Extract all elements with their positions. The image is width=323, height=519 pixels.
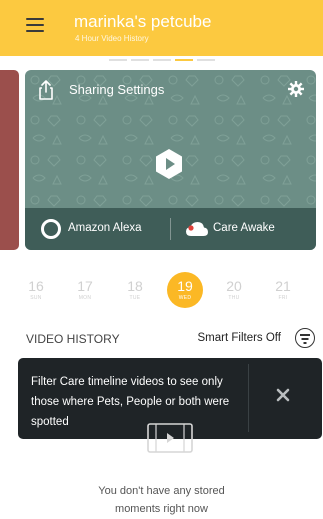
video-history-title: VIDEO HISTORY	[26, 332, 120, 346]
previous-camera-card[interactable]	[0, 70, 19, 250]
date-number: 19	[177, 278, 193, 294]
page-indicator	[0, 58, 323, 62]
filter-icon[interactable]	[295, 328, 315, 348]
date-item[interactable]: 21 FRI	[265, 270, 301, 310]
tooltip-text: Filter Care timeline videos to see only …	[31, 376, 230, 428]
menu-icon[interactable]	[26, 17, 46, 33]
date-item[interactable]: 16 SUN	[18, 270, 54, 310]
date-number: 18	[127, 278, 143, 294]
date-item[interactable]: 20 THU	[216, 270, 252, 310]
date-selector: 16 SUN 17 MON 18 TUE 19 WED 20 THU 21 FR…	[0, 270, 323, 310]
amazon-alexa-button[interactable]: Amazon Alexa	[25, 208, 170, 250]
cloud-icon	[186, 222, 208, 236]
card-actions: Amazon Alexa Care Awake	[25, 208, 316, 250]
date-weekday: WED	[178, 295, 192, 301]
date-weekday: FRI	[278, 295, 288, 301]
app-bar: marinka's petcube 4 Hour Video History	[0, 0, 323, 56]
gear-icon[interactable]	[288, 81, 304, 97]
tooltip-divider	[248, 364, 249, 432]
empty-state-line: You don't have any stored	[98, 485, 225, 497]
date-weekday: THU	[228, 295, 240, 301]
date-item-selected[interactable]: 19 WED	[167, 270, 203, 310]
sharing-settings-label[interactable]: Sharing Settings	[69, 82, 164, 97]
app-subtitle: 4 Hour Video History	[75, 34, 149, 43]
film-icon	[147, 423, 193, 453]
date-weekday: TUE	[129, 295, 141, 301]
share-icon[interactable]	[37, 80, 55, 100]
empty-state-line: moments right now	[115, 503, 208, 515]
play-icon[interactable]	[153, 148, 185, 180]
date-number: 21	[275, 278, 291, 294]
date-number: 17	[77, 278, 93, 294]
close-icon[interactable]	[276, 388, 290, 402]
date-weekday: MON	[78, 295, 92, 301]
alexa-label: Amazon Alexa	[68, 222, 142, 234]
date-item[interactable]: 17 MON	[67, 270, 103, 310]
date-item[interactable]: 18 TUE	[117, 270, 153, 310]
empty-state-message: You don't have any stored moments right …	[0, 482, 323, 518]
date-weekday: SUN	[30, 295, 42, 301]
date-number: 16	[28, 278, 44, 294]
care-awake-button[interactable]: Care Awake	[171, 208, 316, 250]
app-title: marinka's petcube	[74, 12, 212, 31]
alexa-icon	[41, 219, 61, 239]
video-history-header: VIDEO HISTORY Smart Filters Off	[0, 326, 323, 352]
sharing-settings-bar: Sharing Settings	[25, 70, 316, 108]
smart-filters-label[interactable]: Smart Filters Off	[198, 332, 282, 344]
date-number: 20	[226, 278, 242, 294]
camera-card[interactable]: Sharing Settings Amazon Alexa Care Awake	[25, 70, 316, 250]
care-awake-label: Care Awake	[213, 222, 275, 234]
